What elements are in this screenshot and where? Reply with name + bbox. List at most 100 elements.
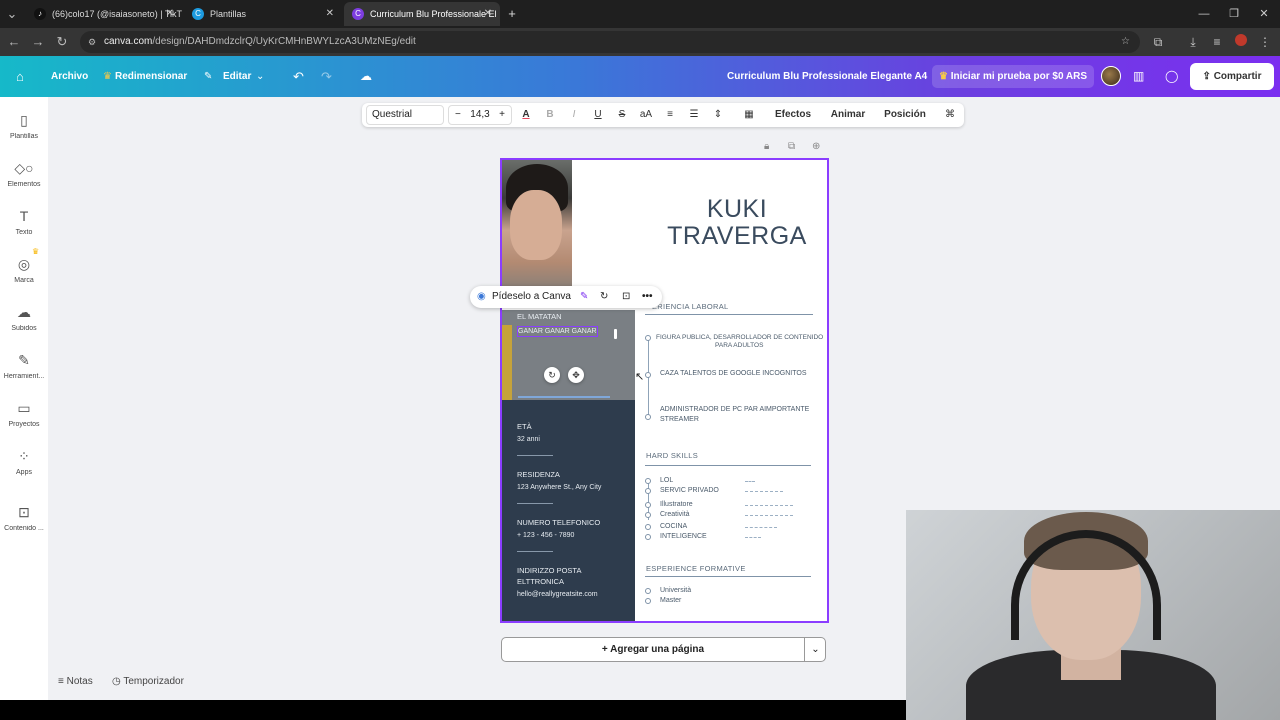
align-icon[interactable]: ≡: [662, 103, 678, 127]
trial-button[interactable]: ♛ Iniciar mi prueba por $0 ARS: [932, 65, 1094, 88]
effects-button[interactable]: Efectos: [770, 103, 816, 127]
restore-icon[interactable]: ❐: [1218, 0, 1250, 28]
font-size-value[interactable]: 14,3: [470, 109, 489, 120]
replace-icon[interactable]: ↻: [600, 286, 608, 308]
resume-subtitle-selected[interactable]: GANAR GANAR GANAR: [517, 326, 598, 337]
transparency-icon[interactable]: ▦: [741, 103, 757, 127]
sidebar-item-proyectos[interactable]: ▭ Proyectos: [0, 399, 48, 428]
add-page-button[interactable]: + Agregar una página ⌄: [501, 637, 826, 662]
education-item[interactable]: Università: [660, 587, 691, 594]
notes-button[interactable]: ≡ Notas: [58, 676, 93, 687]
close-window-icon[interactable]: ✕: [1248, 0, 1280, 28]
editar-menu[interactable]: Editar: [223, 56, 251, 97]
sidebar-item-elementos[interactable]: ◇○ Elementos: [0, 159, 48, 188]
add-page-icon[interactable]: ⊕: [812, 141, 820, 152]
comment-icon[interactable]: ◯: [1165, 56, 1178, 97]
document-title[interactable]: Curriculum Blu Professionale Elegante A4: [727, 56, 927, 97]
sidebar-item-apps[interactable]: ⁘ Apps: [0, 447, 48, 476]
sidebar-item-marca[interactable]: ◎ Marca ♛: [0, 247, 48, 284]
back-icon[interactable]: ←: [6, 34, 22, 50]
browser-tab-tiktok[interactable]: ♪ (66)colo17 (@isaiasoneto) | TikT ✕: [26, 2, 182, 26]
close-tab-icon[interactable]: ✕: [166, 2, 174, 26]
skill-item[interactable]: SERVIC PRIVADO: [660, 487, 719, 494]
crown-icon: ♛: [103, 71, 112, 82]
duplicate-page-icon[interactable]: ⧉: [788, 141, 795, 152]
sidebar-item-texto[interactable]: T Texto: [0, 207, 48, 236]
skill-item[interactable]: COCINA: [660, 523, 687, 530]
skill-item[interactable]: Illustratore: [660, 501, 693, 508]
chrome-menu-icon[interactable]: ⋮: [1257, 34, 1273, 50]
experience-item[interactable]: ADMINISTRADOR DE PC PAR AIMPORTANTE: [660, 406, 809, 413]
skill-item[interactable]: LOL: [660, 477, 673, 484]
list-icon[interactable]: ☰: [686, 103, 702, 127]
experience-item[interactable]: CAZA TALENTOS DE GOOGLE INCOGNITOS: [660, 370, 807, 377]
position-button[interactable]: Posición: [880, 103, 930, 127]
browser-tab-curriculum[interactable]: C Curriculum Blu Professionale El ✕: [344, 2, 500, 26]
redimensionar-button[interactable]: Redimensionar: [115, 56, 187, 97]
profile-photo[interactable]: [502, 160, 572, 288]
bookmark-star-icon[interactable]: ☆: [1121, 31, 1130, 53]
bold-icon[interactable]: B: [542, 103, 558, 127]
sidebar-item-subidos[interactable]: ☁ Subidos: [0, 303, 48, 332]
close-tab-icon[interactable]: ✕: [484, 2, 492, 26]
forward-icon[interactable]: →: [30, 34, 46, 50]
rotate-handle-icon[interactable]: ↻: [544, 367, 560, 383]
url-field[interactable]: ⚙ canva.com/design/DAHDmdzclrQ/UyKrCMHnB…: [80, 31, 1140, 53]
close-tab-icon[interactable]: ✕: [326, 2, 334, 26]
experience-heading[interactable]: ERIENCIA LABORAL: [652, 302, 729, 311]
extensions-icon[interactable]: ⧉: [1150, 34, 1166, 50]
profile-icon[interactable]: [1233, 34, 1249, 50]
sidebar-item-plantillas[interactable]: ▯ Plantillas: [0, 111, 48, 140]
redo-icon[interactable]: ↷: [321, 56, 332, 97]
undo-icon[interactable]: ↶: [293, 56, 304, 97]
minimize-icon[interactable]: —: [1188, 0, 1220, 28]
new-tab-icon[interactable]: +: [504, 6, 520, 22]
magic-write-icon[interactable]: ✎: [580, 286, 588, 308]
more-options-icon[interactable]: •••: [642, 286, 653, 308]
tab-list-icon[interactable]: ⌄: [4, 6, 20, 22]
lock-page-icon[interactable]: 🔒︎: [764, 141, 769, 152]
insights-icon[interactable]: ▥: [1133, 56, 1144, 97]
font-family-select[interactable]: Questrial: [366, 105, 444, 125]
browser-tab-plantillas[interactable]: C Plantillas ✕: [184, 2, 342, 26]
media-control-icon[interactable]: ≡: [1209, 34, 1225, 50]
spacing-icon[interactable]: ⇕: [710, 103, 726, 127]
font-size-stepper[interactable]: − 14,3 +: [448, 105, 512, 125]
text-color-icon[interactable]: A: [518, 103, 534, 127]
cloud-saved-icon[interactable]: ☁: [360, 56, 372, 97]
site-info-icon[interactable]: ⚙: [88, 31, 96, 53]
skill-item[interactable]: INTELIGENCE: [660, 533, 707, 540]
decrease-size-icon[interactable]: −: [455, 106, 461, 124]
increase-size-icon[interactable]: +: [499, 106, 505, 124]
experience-item[interactable]: FIGURA PUBLICA, DESARROLLADOR DE CONTENI…: [656, 334, 823, 341]
resume-name[interactable]: KUKI TRAVERGA: [652, 196, 822, 250]
download-icon[interactable]: ⤓: [1185, 34, 1201, 50]
sidebar-item-contenido[interactable]: ⊡ Contenido ...: [0, 503, 48, 532]
reload-icon[interactable]: ↻: [54, 34, 70, 50]
copy-style-icon[interactable]: ⌘: [942, 103, 958, 127]
lock-icon[interactable]: ⊡: [622, 286, 630, 308]
timer-button[interactable]: ◷ Temporizador: [112, 676, 184, 687]
strikethrough-icon[interactable]: S: [614, 103, 630, 127]
animate-button[interactable]: Animar: [826, 103, 870, 127]
underline-icon[interactable]: U: [590, 103, 606, 127]
selected-text-group[interactable]: [502, 310, 635, 400]
resize-handle[interactable]: [614, 329, 617, 339]
avatar[interactable]: [1101, 66, 1121, 86]
case-icon[interactable]: aA: [637, 103, 655, 127]
home-icon[interactable]: ⌂: [16, 56, 24, 97]
share-button[interactable]: ⇪ Compartir: [1190, 63, 1274, 90]
resume-page[interactable]: KUKI TRAVERGA EL MATATAN GANAR GANAR GAN…: [500, 158, 829, 623]
chevron-down-icon[interactable]: ⌄: [256, 56, 264, 97]
education-heading[interactable]: ESPERIENCE FORMATIVE: [646, 564, 746, 573]
resume-title[interactable]: EL MATATAN: [517, 312, 562, 321]
ask-canva-button[interactable]: Pídeselo a Canva: [492, 286, 571, 308]
move-handle-icon[interactable]: ✥: [568, 367, 584, 383]
italic-icon[interactable]: I: [566, 103, 582, 127]
chevron-down-icon[interactable]: ⌄: [804, 638, 826, 661]
archivo-menu[interactable]: Archivo: [51, 56, 88, 97]
sidebar-item-herramientas[interactable]: ✎ Herramient...: [0, 351, 48, 380]
skills-heading[interactable]: HARD SKILLS: [646, 451, 698, 460]
education-item[interactable]: Master: [660, 597, 681, 604]
skill-item[interactable]: Creatività: [660, 511, 690, 518]
